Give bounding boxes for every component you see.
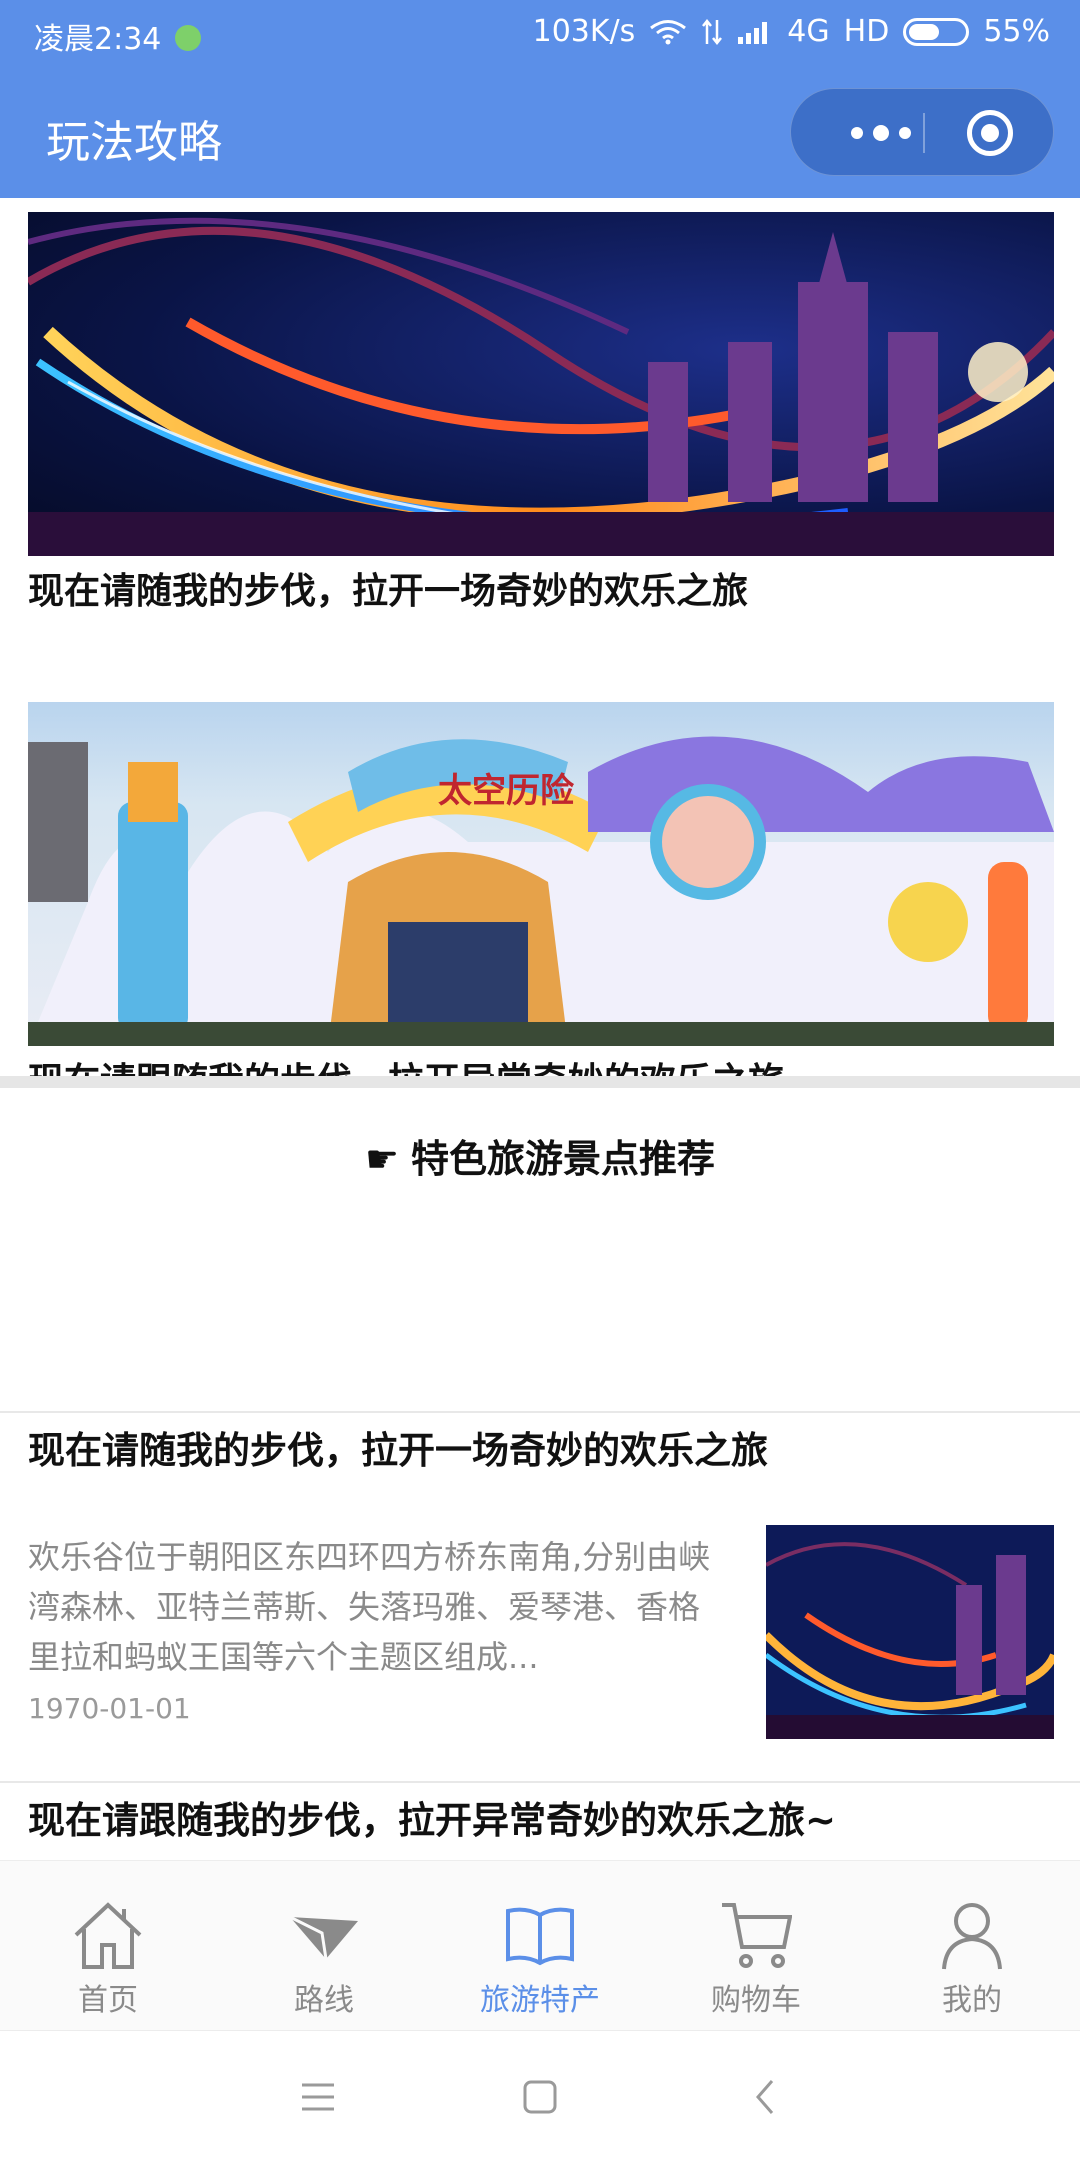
- tab-home[interactable]: 首页: [0, 1861, 216, 2031]
- battery-percent: 55%: [983, 14, 1050, 49]
- tab-label: 旅游特产: [480, 1983, 600, 2018]
- home-button[interactable]: [518, 2075, 562, 2119]
- divider: [0, 1781, 1080, 1783]
- home-icon: [72, 1899, 144, 1971]
- status-indicators: 103K/s 4G HD 55%: [533, 14, 1050, 49]
- close-mini-program-button[interactable]: [967, 110, 1013, 156]
- hd-indicator: HD: [843, 14, 890, 49]
- tab-label: 购物车: [711, 1983, 801, 2018]
- article-thumbnail[interactable]: [766, 1525, 1054, 1739]
- network-type: 4G: [787, 14, 830, 49]
- roller-coaster-image: [28, 212, 1054, 556]
- capsule-menu: [790, 88, 1054, 176]
- banner-carousel[interactable]: 现在请随我的步伐，拉开一场奇妙的欢乐之旅 太空历险: [0, 198, 1080, 1080]
- back-button[interactable]: [744, 2075, 788, 2119]
- menu-button[interactable]: [296, 2075, 340, 2119]
- dot-icon: [851, 127, 863, 139]
- section-divider: [0, 1076, 1080, 1088]
- system-navigation-bar: [0, 2030, 1080, 2160]
- banner-caption: 现在请随我的步伐，拉开一场奇妙的欢乐之旅: [28, 571, 749, 612]
- sign-text: 太空历险: [438, 771, 575, 811]
- more-options-button[interactable]: [831, 115, 931, 151]
- dot-icon: [899, 127, 911, 139]
- app-notification-icon: [175, 24, 202, 51]
- paper-plane-icon: [288, 1899, 360, 1971]
- article-title[interactable]: 现在请跟随我的步伐，拉开异常奇妙的欢乐之旅~: [28, 1790, 836, 1844]
- battery-fill: [909, 23, 940, 40]
- banner-slide[interactable]: 现在请随我的步伐，拉开一场奇妙的欢乐之旅: [28, 212, 1054, 614]
- clock-text: 凌晨2:34: [34, 22, 162, 57]
- mini-program-navbar: 玩法攻略: [0, 66, 1080, 198]
- capsule-divider: [923, 113, 925, 153]
- signal-icon: [737, 19, 773, 45]
- banner-slide[interactable]: 太空历险 现在请跟随我的步伐，拉开异常奇妙的欢乐之旅~: [28, 702, 1054, 1080]
- article-description[interactable]: 欢乐谷位于朝阳区东四环四方桥东南角,分别由峡湾森林、亚特兰蒂斯、失落玛雅、爱琴港…: [28, 1532, 728, 1682]
- section-heading: ☛ 特色旅游景点推荐: [0, 1128, 1080, 1183]
- page-content[interactable]: 现在请随我的步伐，拉开一场奇妙的欢乐之旅 太空历险 ☛ 特色旅游景点推荐 现在请…: [0, 198, 1080, 1860]
- tab-label: 首页: [78, 1983, 138, 2018]
- tab-specialties[interactable]: 旅游特产: [432, 1861, 648, 2031]
- section-heading-text: 特色旅游景点推荐: [411, 1137, 716, 1181]
- tab-route[interactable]: 路线: [216, 1861, 432, 2031]
- pointing-hand-icon: ☛: [364, 1137, 400, 1181]
- tab-mine[interactable]: 我的: [864, 1861, 1080, 2031]
- tab-label: 路线: [294, 1983, 354, 2018]
- status-time: 凌晨2:34: [34, 14, 202, 58]
- book-icon: [504, 1899, 576, 1971]
- net-speed: 103K/s: [532, 14, 636, 49]
- article-title[interactable]: 现在请随我的步伐，拉开一场奇妙的欢乐之旅: [28, 1420, 768, 1474]
- divider: [0, 1411, 1080, 1413]
- wifi-icon: [649, 19, 687, 45]
- tab-cart[interactable]: 购物车: [648, 1861, 864, 2031]
- data-transfer-icon: [701, 18, 723, 46]
- status-bar: 凌晨2:34 103K/s 4G HD 55%: [0, 0, 1080, 66]
- cart-icon: [720, 1899, 793, 1971]
- tab-label: 我的: [942, 1983, 1002, 2018]
- theme-park-image: 太空历险: [28, 702, 1054, 1046]
- bottom-tab-bar: 首页 路线 旅游特产 购物车 我的: [0, 1860, 1080, 2030]
- dot-icon: [873, 125, 889, 141]
- user-icon: [936, 1899, 1008, 1971]
- page-title: 玩法攻略: [46, 117, 222, 168]
- article-date: 1970-01-01: [28, 1692, 191, 1725]
- battery-icon: [903, 17, 970, 46]
